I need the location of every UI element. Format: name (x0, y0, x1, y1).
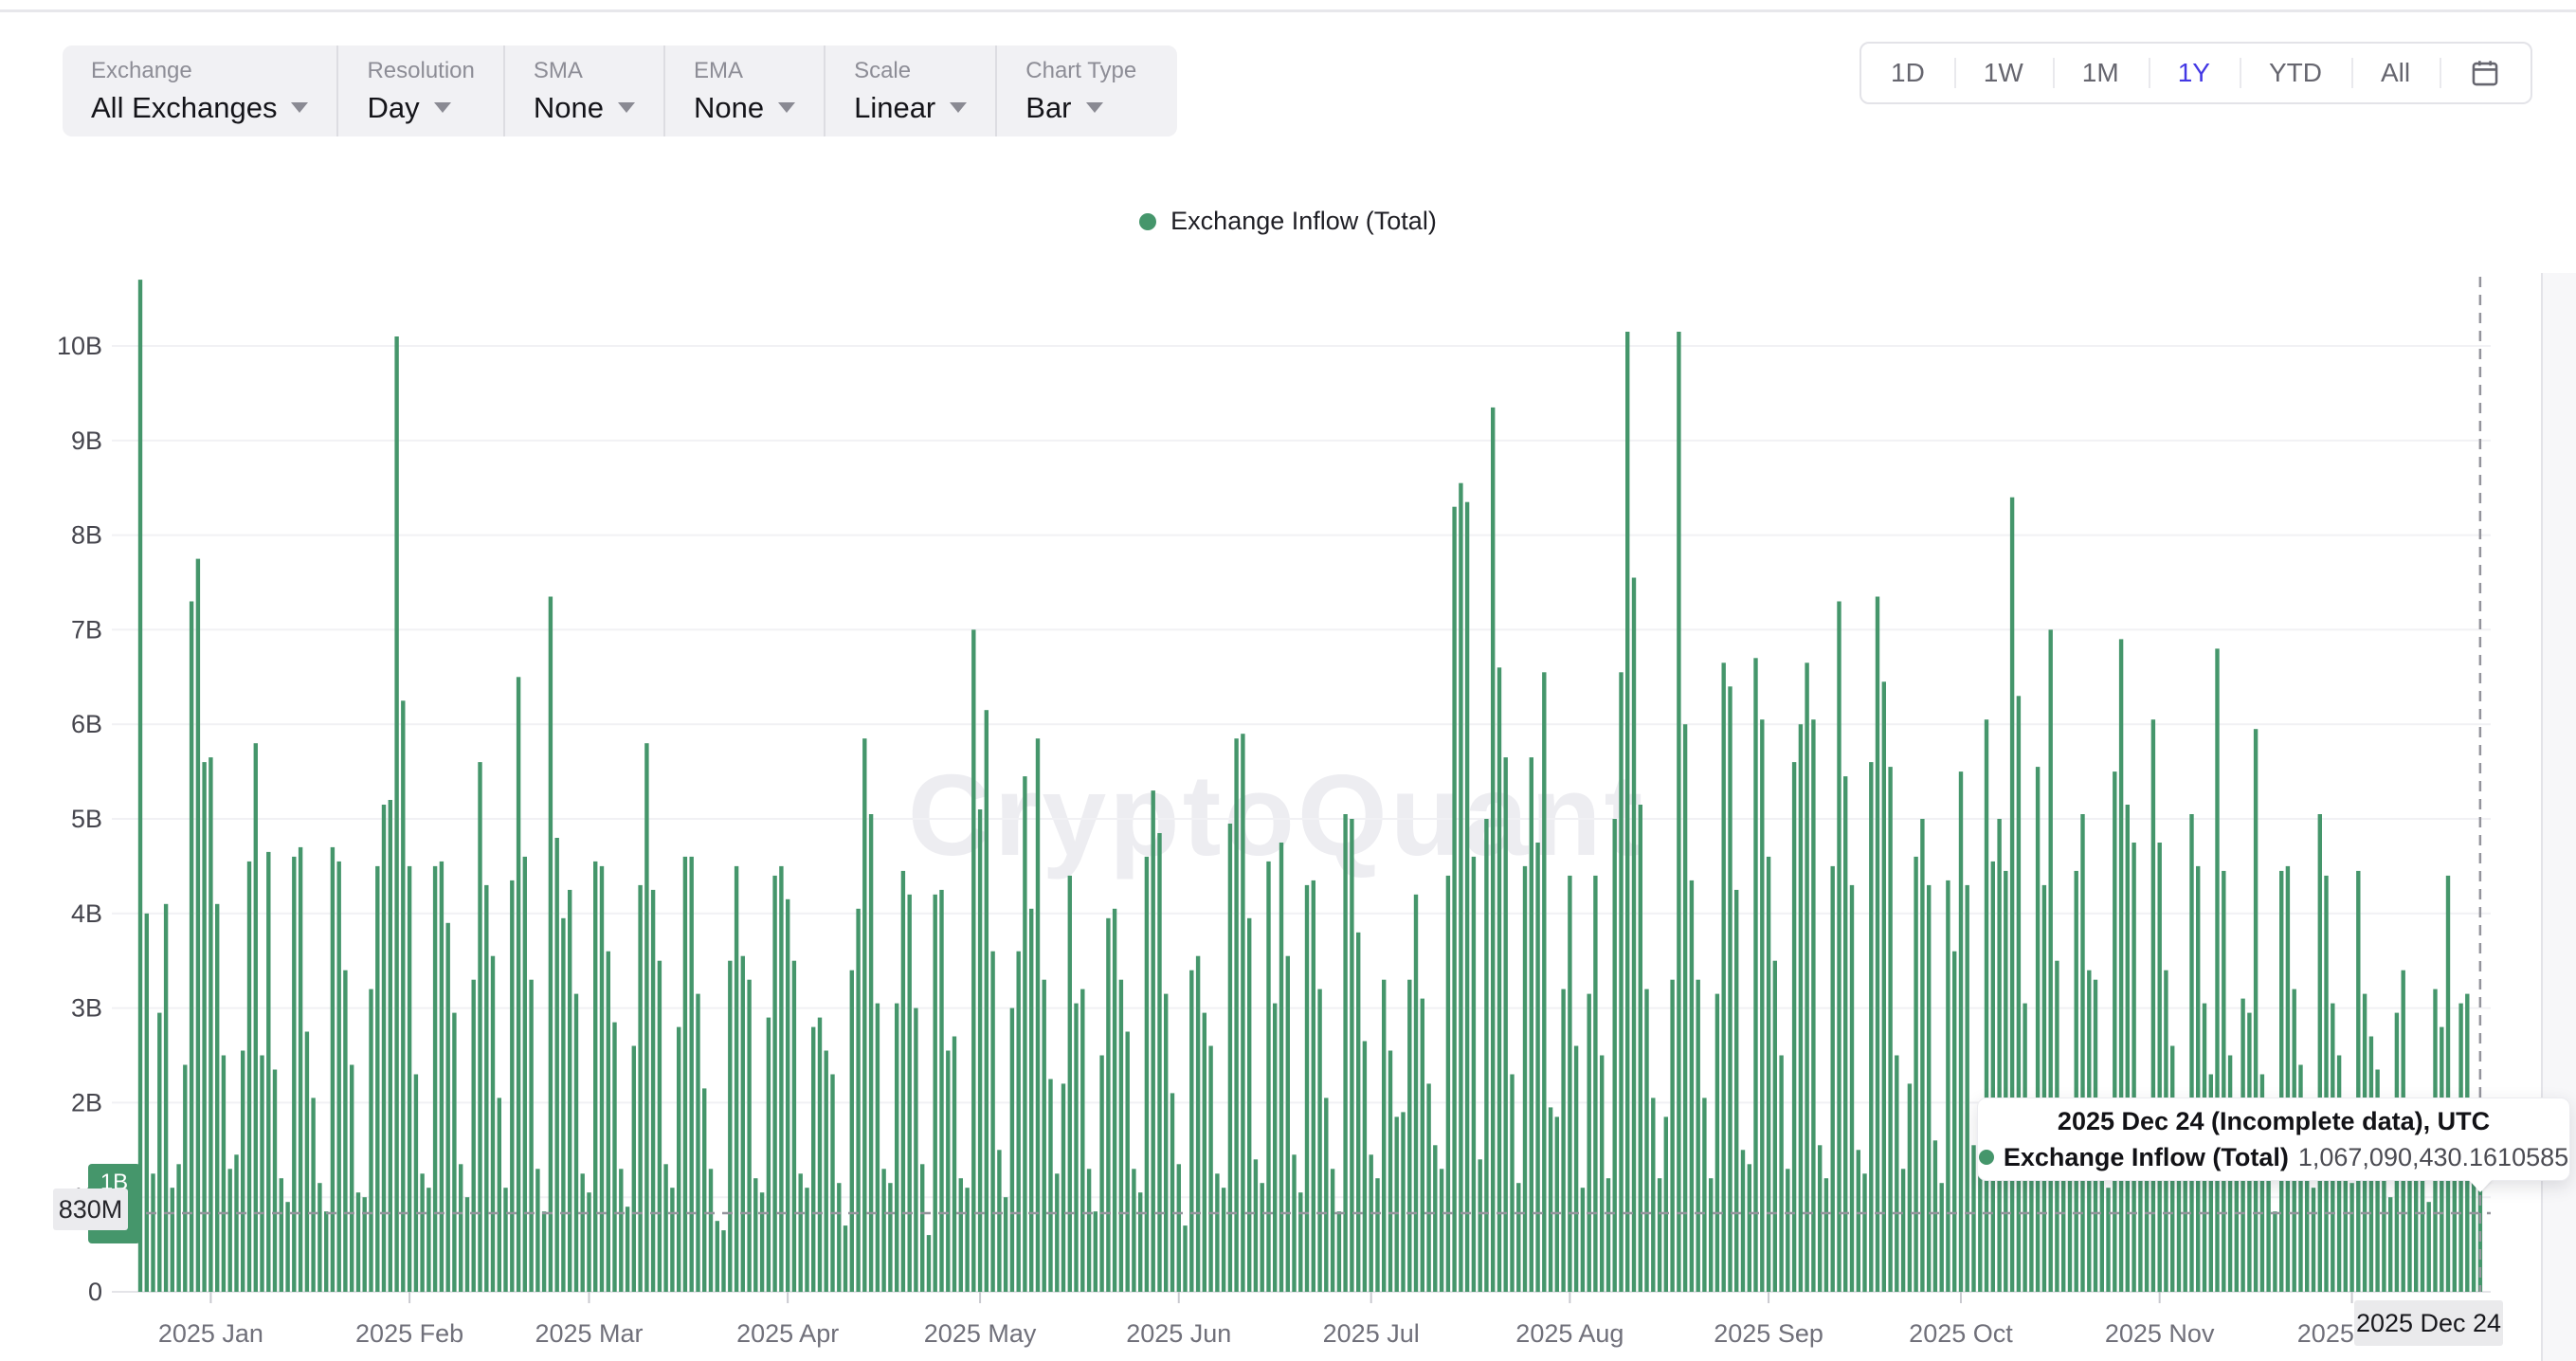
svg-text:6B: 6B (71, 710, 102, 738)
svg-text:2025 Apr: 2025 Apr (736, 1319, 839, 1348)
svg-text:2025 Mar: 2025 Mar (535, 1319, 643, 1348)
svg-text:0: 0 (88, 1278, 102, 1306)
svg-text:8B: 8B (71, 521, 102, 550)
svg-text:2025 May: 2025 May (924, 1319, 1037, 1348)
svg-text:2B: 2B (71, 1088, 102, 1116)
tooltip-series-value: 1,067,090,430.1610585 (2298, 1143, 2568, 1172)
tooltip-title: 2025 Dec 24 (Incomplete data), UTC (1978, 1107, 2569, 1136)
svg-text:2025 Nov: 2025 Nov (2105, 1319, 2215, 1348)
tooltip-series-label: Exchange Inflow (Total) (2004, 1143, 2289, 1172)
svg-text:3B: 3B (71, 994, 102, 1023)
svg-text:2025 Oct: 2025 Oct (1909, 1319, 2013, 1348)
svg-text:2025 Jan: 2025 Jan (158, 1319, 263, 1348)
chart-tooltip: 2025 Dec 24 (Incomplete data), UTC Excha… (1977, 1098, 2570, 1181)
svg-text:10B: 10B (57, 332, 102, 360)
svg-text:2025 Feb: 2025 Feb (355, 1319, 463, 1348)
svg-text:9B: 9B (71, 426, 102, 455)
svg-text:2025 Aug: 2025 Aug (1515, 1319, 1624, 1348)
svg-text:2025 Jun: 2025 Jun (1126, 1319, 1231, 1348)
crosshair-date-badge: 2025 Dec 24 (2354, 1300, 2503, 1346)
svg-text:CryptoQuant: CryptoQuant (908, 751, 1646, 880)
cryptoquant-chart-page: { "header": { "filters": [ {"label": "Ex… (0, 0, 2576, 1361)
svg-text:2025 Sep: 2025 Sep (1714, 1319, 1823, 1348)
tooltip-series-dot-icon (1979, 1150, 1994, 1165)
svg-text:2025 Jul: 2025 Jul (1323, 1319, 1420, 1348)
svg-text:5B: 5B (71, 805, 102, 833)
svg-text:7B: 7B (71, 615, 102, 644)
crosshair-y-badge: 830M (53, 1189, 128, 1230)
svg-text:4B: 4B (71, 899, 102, 928)
tooltip-arrow (2468, 1179, 2493, 1192)
